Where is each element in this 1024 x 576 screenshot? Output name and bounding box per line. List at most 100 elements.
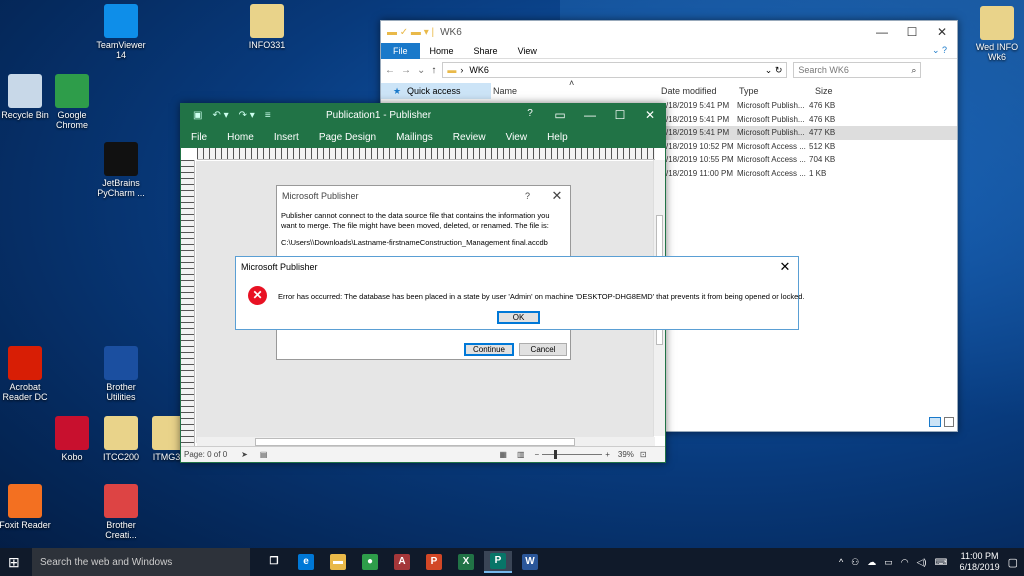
single-page-view-icon[interactable]: ▦ (499, 450, 507, 459)
task-view-icon[interactable]: ❐ (260, 551, 288, 573)
menu-insert[interactable]: Insert (264, 132, 309, 143)
publisher-icon[interactable]: P (484, 551, 512, 573)
access-icon[interactable]: A (388, 551, 416, 573)
column-type[interactable]: Type (739, 86, 759, 96)
zoom-level[interactable]: 39% (618, 450, 634, 459)
continue-button[interactable]: Continue (464, 343, 514, 356)
up-icon[interactable]: ↑ (431, 65, 436, 76)
tray-people-icon[interactable]: ⚇ (851, 557, 859, 568)
menu-home[interactable]: Home (217, 132, 264, 143)
ribbon-tab-view[interactable]: View (508, 46, 547, 56)
desktop-icon[interactable]: TeamViewer 14 (84, 4, 158, 60)
taskbar-apps: ❐ e ▬ ● A P X P W (258, 551, 546, 573)
file-explorer-icon[interactable]: ▬ (324, 551, 352, 573)
menu-view[interactable]: View (496, 132, 538, 143)
desktop-icon[interactable]: Foxit Reader (0, 484, 62, 530)
clock[interactable]: 11:00 PM 6/18/2019 (960, 551, 1000, 573)
onedrive-icon[interactable]: ☁ (867, 557, 876, 568)
tray-chevron-icon[interactable]: ^ (839, 557, 843, 567)
fit-page-icon[interactable]: ⊡ (640, 450, 647, 459)
ribbon-tab-share[interactable]: Share (464, 46, 508, 56)
close-icon[interactable]: ✕ (772, 259, 798, 275)
menu-page-design[interactable]: Page Design (309, 132, 386, 143)
clock-time: 11:00 PM (960, 551, 999, 561)
desktop-icon[interactable]: INFO331 (230, 4, 304, 50)
ok-button[interactable]: OK (497, 311, 540, 324)
word-icon[interactable]: W (516, 551, 544, 573)
excel-icon[interactable]: X (452, 551, 480, 573)
taskbar-app-glyph: P (490, 553, 506, 569)
publisher-titlebar[interactable]: ▣ ↶ ▾ ↷ ▾ ≡ Publication1 - Publisher ? ▭… (181, 104, 665, 126)
nav-item-quick-access[interactable]: ★ Quick access (381, 83, 491, 99)
search-input[interactable]: Search WK6 ⌕ (793, 62, 922, 78)
maximize-button[interactable]: ☐ (605, 108, 635, 122)
search-placeholder: Search WK6 (798, 65, 849, 75)
explorer-titlebar[interactable]: ▬ ✓ ▬ ▾ | WK6 — ☐ ✕ (381, 21, 957, 43)
column-date[interactable]: Date modified (661, 86, 717, 96)
zoom-in-icon[interactable]: + (605, 450, 610, 459)
wifi-icon[interactable]: ◠ (901, 557, 909, 568)
help-button[interactable]: ? (525, 191, 530, 201)
desktop-icon[interactable]: Acrobat Reader DC (0, 346, 62, 402)
error-dialog[interactable]: Microsoft Publisher ✕ ✕ Error has occurr… (235, 256, 805, 330)
redo-icon[interactable]: ↷ ▾ (239, 110, 255, 121)
powerpoint-icon[interactable]: P (420, 551, 448, 573)
menu-review[interactable]: Review (443, 132, 496, 143)
menu-file[interactable]: File (181, 132, 217, 143)
menu-mailings[interactable]: Mailings (386, 132, 443, 143)
desktop-icon[interactable]: JetBrains PyCharm ... (84, 142, 158, 198)
explorer-address-row: ← → ⌄ ↑ ▬ › WK6 ⌄ ↻ Search WK6 ⌕ (381, 59, 957, 81)
column-size[interactable]: Size (815, 86, 833, 96)
zoom-slider[interactable] (542, 450, 603, 459)
close-button[interactable]: ✕ (927, 25, 957, 39)
zoom-out-icon[interactable]: − (535, 450, 540, 459)
ribbon-tab-home[interactable]: Home (420, 46, 464, 56)
desktop-icon[interactable]: Wed INFO Wk6 (960, 6, 1024, 62)
desktop-icon[interactable]: Google Chrome (35, 74, 109, 130)
help-button[interactable]: ? (515, 108, 545, 122)
desktop-icon-label: INFO331 (248, 40, 286, 50)
close-button[interactable]: ✕ (635, 108, 665, 122)
two-page-view-icon[interactable]: ▥ (517, 450, 525, 459)
start-button[interactable]: ⊞ (8, 555, 20, 569)
cancel-button[interactable]: Cancel (519, 343, 567, 356)
large-icons-view-icon[interactable] (944, 417, 954, 427)
address-bar[interactable]: ▬ › WK6 ⌄ ↻ (442, 62, 788, 78)
ribbon-tab-file[interactable]: File (381, 42, 420, 59)
desktop-icon-label: Google Chrome (55, 110, 88, 130)
volume-icon[interactable]: ◁) (917, 557, 927, 568)
recent-locations-icon[interactable]: ⌄ (417, 65, 425, 76)
minimize-button[interactable]: — (575, 108, 605, 122)
menu-help[interactable]: Help (537, 132, 578, 143)
forward-icon[interactable]: → (401, 65, 411, 76)
desktop-icon-label: TeamViewer 14 (96, 40, 146, 60)
brother-utilities-icon (104, 346, 138, 380)
save-icon[interactable]: ▣ (193, 110, 202, 121)
back-icon[interactable]: ← (385, 65, 395, 76)
word-doc-icon (980, 6, 1014, 40)
expand-ribbon-icon[interactable]: ⌄ ? (922, 45, 957, 56)
refresh-icon[interactable]: ⌄ ↻ (765, 65, 783, 76)
zoom-thumb[interactable] (554, 450, 558, 459)
maximize-button[interactable]: ☐ (897, 25, 927, 39)
column-name[interactable]: Name (493, 86, 517, 96)
ribbon-options-button[interactable]: ▭ (545, 108, 575, 122)
taskbar-search[interactable]: Search the web and Windows (32, 548, 250, 576)
scroll-thumb[interactable] (255, 438, 575, 446)
desktop-icon[interactable]: Brother Creati... (84, 484, 158, 540)
minimize-button[interactable]: — (867, 25, 897, 39)
edge-icon[interactable]: e (292, 551, 320, 573)
notifications-icon[interactable]: ▢ (1008, 556, 1018, 569)
desktop-icon-label: JetBrains PyCharm ... (97, 178, 145, 198)
chrome-icon[interactable]: ● (356, 551, 384, 573)
breadcrumb[interactable]: WK6 (469, 65, 489, 75)
details-view-icon[interactable] (929, 417, 941, 427)
undo-icon[interactable]: ↶ ▾ (212, 110, 228, 121)
publisher-menu: File Home Insert Page Design Mailings Review V… (181, 126, 665, 148)
keyboard-icon[interactable]: ⌨ (935, 557, 948, 568)
pycharm-icon (104, 142, 138, 176)
close-icon[interactable]: ✕ (544, 188, 570, 204)
network-icon[interactable]: ▭ (884, 557, 893, 568)
customize-icon[interactable]: ≡ (265, 110, 271, 121)
desktop-icon[interactable]: Brother Utilities (84, 346, 158, 402)
